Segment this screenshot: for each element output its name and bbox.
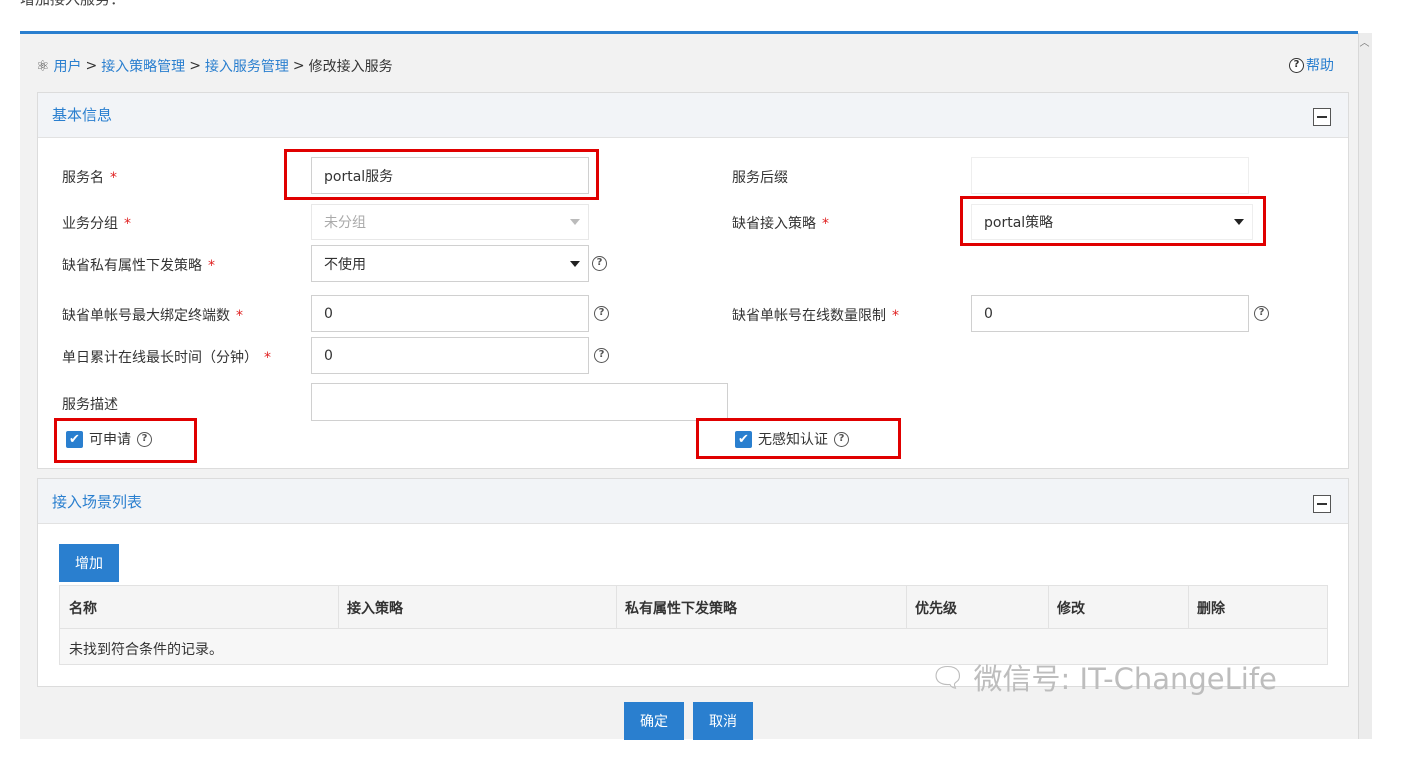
description-input[interactable] <box>311 383 728 421</box>
vertical-scrollbar[interactable] <box>1358 33 1372 739</box>
column-header-access-policy: 接入策略 <box>347 601 403 617</box>
basic-info-header <box>38 93 1348 138</box>
service-suffix-label: 服务后缀 <box>732 170 788 186</box>
add-scenario-button[interactable]: 增加 <box>59 544 119 582</box>
cancel-button[interactable]: 取消 <box>693 702 753 740</box>
confirm-button[interactable]: 确定 <box>624 702 684 740</box>
business-group-label: 业务分组 * <box>62 216 131 232</box>
business-group-select: 未分组 <box>311 204 589 240</box>
page-note: 增加接入服务： <box>20 0 125 9</box>
question-icon[interactable]: ? <box>594 306 609 321</box>
breadcrumb-separator: > <box>292 58 305 74</box>
breadcrumb: ⚛ 用户 > 接入策略管理 > 接入服务管理 > 修改接入服务 <box>36 56 393 76</box>
highlight-seamless-auth <box>696 418 901 459</box>
question-icon[interactable]: ? <box>1254 306 1269 321</box>
empty-message: 未找到符合条件的记录。 <box>69 642 223 658</box>
service-suffix-input[interactable] <box>971 157 1249 194</box>
breadcrumb-link-users[interactable]: 用户 <box>53 56 81 76</box>
column-divider <box>1048 586 1049 628</box>
question-icon[interactable]: ? <box>592 256 607 271</box>
breadcrumb-link-access-service[interactable]: 接入服务管理 <box>205 56 289 76</box>
watermark: 🗨 微信号: IT-ChangeLife <box>930 656 1277 698</box>
column-divider <box>338 586 339 628</box>
question-icon: ? <box>1289 57 1304 73</box>
user-group-icon: ⚛ <box>36 57 50 75</box>
column-header-name: 名称 <box>69 601 97 617</box>
help-label: 帮助 <box>1306 58 1334 74</box>
column-header-delete: 删除 <box>1197 601 1225 617</box>
daily-online-input[interactable]: 0 <box>311 337 589 374</box>
default-private-attr-label: 缺省私有属性下发策略 * <box>62 258 215 274</box>
default-access-policy-label: 缺省接入策略 * <box>732 216 829 232</box>
scenario-list-title: 接入场景列表 <box>52 493 143 511</box>
highlight-service-name <box>284 149 599 200</box>
help-link[interactable]: ? 帮助 <box>1289 55 1334 75</box>
highlight-applicable <box>54 418 197 463</box>
breadcrumb-link-access-policy[interactable]: 接入策略管理 <box>101 56 185 76</box>
column-header-priority: 优先级 <box>915 601 957 617</box>
default-private-attr-select[interactable]: 不使用 <box>311 245 589 282</box>
chevron-down-icon <box>570 219 580 225</box>
service-name-label: 服务名 * <box>62 170 117 186</box>
column-header-edit: 修改 <box>1057 601 1085 617</box>
online-limit-label: 缺省单帐号在线数量限制 * <box>732 308 899 324</box>
column-header-private-attr: 私有属性下发策略 <box>625 601 737 617</box>
collapse-scenario-list-button[interactable] <box>1313 495 1331 513</box>
chevron-down-icon <box>570 260 580 267</box>
breadcrumb-separator: > <box>189 58 201 74</box>
max-bound-terminals-label: 缺省单帐号最大绑定终端数 * <box>62 308 243 324</box>
breadcrumb-current: 修改接入服务 <box>308 59 393 75</box>
daily-online-label: 单日累计在线最长时间（分钟） * <box>62 350 271 366</box>
max-bound-terminals-input[interactable]: 0 <box>311 295 589 332</box>
highlight-access-policy <box>960 196 1266 246</box>
wechat-icon: 🗨 <box>930 660 966 694</box>
scroll-up-icon[interactable]: ︿ <box>1358 38 1371 50</box>
description-label: 服务描述 <box>62 397 118 413</box>
collapse-basic-info-button[interactable] <box>1313 108 1331 126</box>
online-limit-input[interactable]: 0 <box>971 295 1249 332</box>
question-icon[interactable]: ? <box>594 348 609 363</box>
column-divider <box>906 586 907 628</box>
breadcrumb-separator: > <box>85 58 98 74</box>
scenario-list-header <box>38 479 1348 524</box>
column-divider <box>616 586 617 628</box>
basic-info-title: 基本信息 <box>52 106 113 124</box>
column-divider <box>1188 586 1189 628</box>
watermark-text: 微信号: IT-ChangeLife <box>973 662 1277 696</box>
